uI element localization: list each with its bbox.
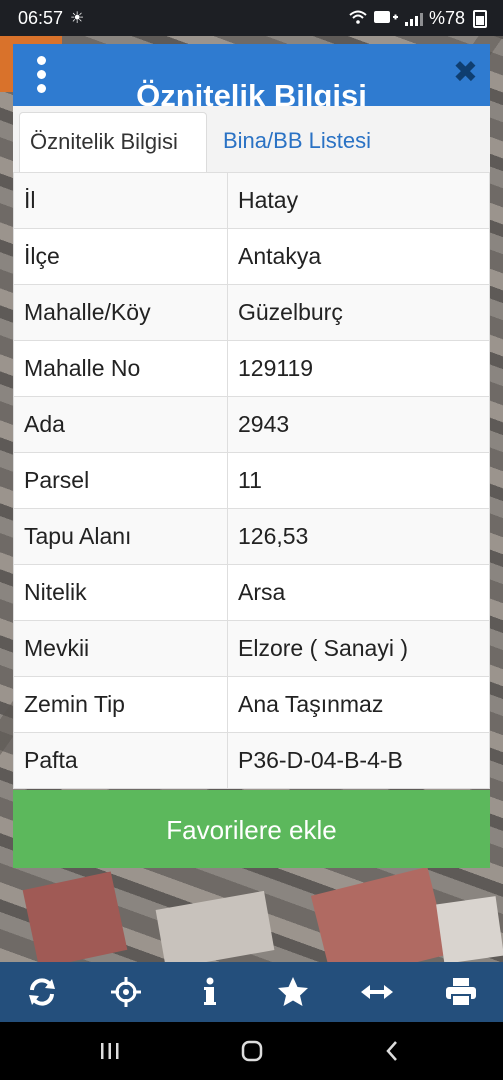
table-row: Parsel 11 bbox=[13, 452, 490, 509]
attr-value: P36-D-04-B-4-B bbox=[227, 732, 490, 789]
attr-value: Hatay bbox=[227, 172, 490, 229]
attr-key: Mahalle No bbox=[13, 340, 228, 397]
attr-key: Nitelik bbox=[13, 564, 228, 621]
wifi-icon bbox=[349, 10, 367, 27]
status-bar: 06:57 ☀ %78 bbox=[0, 0, 503, 36]
recent-apps-icon[interactable] bbox=[90, 1038, 130, 1064]
attr-value: 126,53 bbox=[227, 508, 490, 565]
close-icon[interactable]: ✖ bbox=[453, 58, 478, 88]
signal-icon bbox=[404, 12, 423, 26]
print-icon[interactable] bbox=[436, 967, 486, 1017]
back-icon[interactable] bbox=[372, 1038, 412, 1064]
attr-value: Ana Taşınmaz bbox=[227, 676, 490, 733]
measure-icon[interactable] bbox=[352, 967, 402, 1017]
attr-key: Zemin Tip bbox=[13, 676, 228, 733]
attr-value: Elzore ( Sanayi ) bbox=[227, 620, 490, 677]
status-time: 06:57 bbox=[18, 8, 64, 28]
attr-key: İl bbox=[13, 172, 228, 229]
attribute-table: İl Hatay İlçe Antakya Mahalle/Köy Güzelburç… bbox=[13, 172, 490, 789]
map-building bbox=[155, 890, 275, 970]
hd-volte-icon bbox=[373, 10, 399, 27]
system-nav-bar bbox=[0, 1022, 503, 1080]
attr-key: Ada bbox=[13, 396, 228, 453]
attr-key: Parsel bbox=[13, 452, 228, 509]
battery-level: %78 bbox=[428, 8, 465, 28]
attr-key: İlçe bbox=[13, 228, 228, 285]
tab-bar: Öznitelik Bilgisi Bina/BB Listesi bbox=[13, 106, 490, 173]
table-row: Mahalle No 129119 bbox=[13, 340, 490, 397]
dialog-header: Öznitelik Bilgisi ✖ bbox=[13, 44, 490, 106]
map-building bbox=[436, 896, 503, 964]
attr-key: Mevkii bbox=[13, 620, 228, 677]
table-row: İl Hatay bbox=[13, 172, 490, 229]
battery-icon bbox=[473, 9, 487, 28]
table-row: Pafta P36-D-04-B-4-B bbox=[13, 732, 490, 789]
attr-value: 11 bbox=[227, 452, 490, 509]
attr-value: 2943 bbox=[227, 396, 490, 453]
tab-building-list[interactable]: Bina/BB Listesi bbox=[213, 112, 381, 172]
attr-value: Güzelburç bbox=[227, 284, 490, 341]
info-icon[interactable] bbox=[185, 967, 235, 1017]
table-row: Mahalle/Köy Güzelburç bbox=[13, 284, 490, 341]
table-row: Nitelik Arsa bbox=[13, 564, 490, 621]
attr-value: 129119 bbox=[227, 340, 490, 397]
attr-key: Tapu Alanı bbox=[13, 508, 228, 565]
table-row: Tapu Alanı 126,53 bbox=[13, 508, 490, 565]
star-icon[interactable] bbox=[268, 967, 318, 1017]
table-row: Mevkii Elzore ( Sanayi ) bbox=[13, 620, 490, 677]
attr-value: Arsa bbox=[227, 564, 490, 621]
map-building bbox=[22, 871, 128, 969]
dialog-title: Öznitelik Bilgisi bbox=[136, 78, 367, 106]
crosshair-icon[interactable] bbox=[101, 967, 151, 1017]
brightness-icon: ☀ bbox=[70, 10, 85, 27]
home-icon[interactable] bbox=[232, 1038, 272, 1064]
refresh-icon[interactable] bbox=[17, 967, 67, 1017]
attr-key: Pafta bbox=[13, 732, 228, 789]
add-to-favorites-button[interactable]: Favorilere ekle bbox=[13, 790, 490, 868]
table-row: İlçe Antakya bbox=[13, 228, 490, 285]
table-row: Zemin Tip Ana Taşınmaz bbox=[13, 676, 490, 733]
bottom-toolbar bbox=[0, 962, 503, 1022]
attr-value: Antakya bbox=[227, 228, 490, 285]
tab-attribute-info[interactable]: Öznitelik Bilgisi bbox=[19, 112, 207, 172]
attr-key: Mahalle/Köy bbox=[13, 284, 228, 341]
table-row: Ada 2943 bbox=[13, 396, 490, 453]
